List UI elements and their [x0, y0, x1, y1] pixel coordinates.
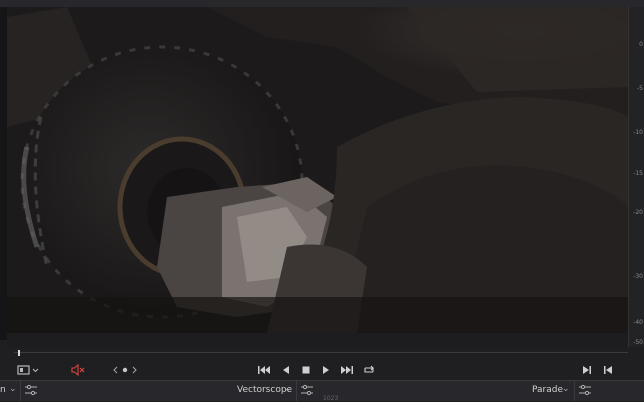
prev-clip-button[interactable]	[580, 358, 594, 382]
scrubber-track[interactable]	[14, 352, 628, 353]
viewer-mode-button[interactable]	[16, 358, 42, 382]
video-frame	[7, 7, 628, 333]
meter-tick: -5	[637, 85, 643, 92]
playhead[interactable]	[18, 350, 20, 356]
play-button[interactable]	[319, 358, 333, 382]
settings-sliders-icon[interactable]	[300, 384, 314, 396]
chevron-down-icon[interactable]: ⌄	[9, 384, 17, 394]
meter-tick: -40	[633, 319, 643, 326]
stop-button[interactable]	[299, 358, 313, 382]
scope-right-select[interactable]: Parade	[532, 385, 563, 395]
meter-tick: -50	[633, 339, 643, 346]
divider	[574, 381, 575, 401]
play-reverse-icon	[283, 366, 289, 374]
left-strip	[0, 7, 7, 340]
meter-tick: -10	[633, 129, 643, 136]
mute-button[interactable]	[70, 358, 86, 382]
play-icon	[323, 366, 329, 374]
top-bar	[0, 0, 644, 7]
prev-clip-icon	[583, 366, 591, 374]
next-clip-button[interactable]	[601, 358, 615, 382]
meter-tick: 0	[639, 41, 643, 48]
timeline-scrubber[interactable]	[14, 350, 628, 356]
jog-icon	[113, 366, 137, 374]
skip-to-start-button[interactable]	[256, 358, 272, 382]
divider	[296, 381, 297, 401]
viewer-footer	[7, 333, 628, 347]
meter-tick: -20	[633, 209, 643, 216]
meter-tick: -30	[633, 273, 643, 280]
next-clip-icon	[604, 366, 612, 374]
transport-controls	[0, 358, 644, 382]
divider	[20, 381, 21, 401]
mute-icon	[71, 364, 85, 376]
stop-icon	[302, 366, 310, 374]
jog-control[interactable]	[110, 358, 140, 382]
play-reverse-button[interactable]	[279, 358, 293, 382]
level-meter: 0 -5 -10 -15 -20 -30 -40 -50	[628, 7, 644, 347]
meter-tick: -15	[633, 170, 643, 177]
cut-number-label: 1023	[323, 395, 339, 402]
settings-sliders-icon[interactable]	[578, 384, 592, 396]
video-viewer[interactable]	[7, 7, 628, 333]
loop-button[interactable]	[361, 358, 377, 382]
skip-to-start-icon	[258, 366, 270, 374]
scopes-bar: n ⌄ Vectorscope ⌄ Parade ⌄	[0, 380, 644, 401]
chevron-down-icon[interactable]: ⌄	[284, 384, 292, 394]
loop-icon	[364, 365, 374, 373]
left-partial-label: n	[0, 385, 6, 395]
chevron-down-icon[interactable]: ⌄	[562, 384, 570, 394]
skip-to-end-icon	[341, 366, 353, 374]
viewer-mode-icon	[17, 365, 39, 375]
settings-sliders-icon[interactable]	[24, 384, 38, 396]
skip-to-end-button[interactable]	[339, 358, 355, 382]
